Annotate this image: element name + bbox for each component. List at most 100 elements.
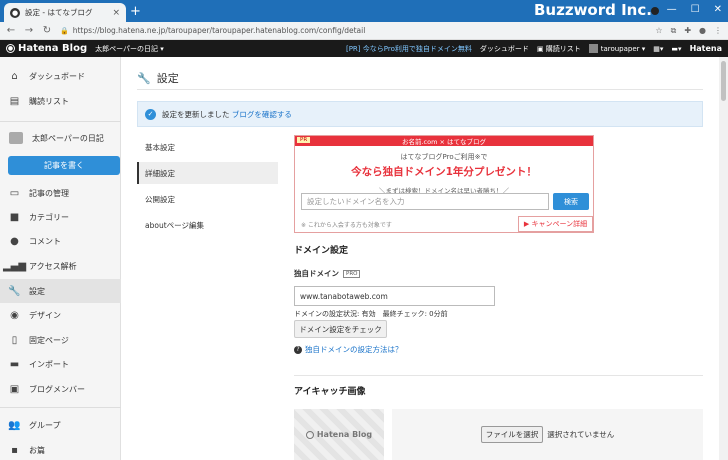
subnav-basic[interactable]: 基本設定	[137, 136, 278, 158]
sidebar-item-account[interactable]: ▪ お篇	[0, 438, 121, 460]
promo-search-form: 設定したいドメイン名を入力 検索	[301, 193, 589, 210]
blog-selector[interactable]: 太郎ペーパーの日記 ▾	[95, 44, 164, 54]
address-bar: ← → ↻ 🔒 https://blog.hatena.ne.jp/taroup…	[0, 22, 728, 40]
browser-titlebar: ● 設定 - はてなブログ × + Buzzword Inc. — ☐ ✕	[0, 0, 728, 22]
url-field[interactable]: 🔒 https://blog.hatena.ne.jp/taroupaper/t…	[60, 24, 647, 38]
maximize-button[interactable]: ☐	[691, 4, 700, 15]
minimize-button[interactable]: —	[667, 4, 677, 15]
sidebar-item-design[interactable]: ◉ デザイン	[0, 303, 121, 327]
sidebar-item-settings[interactable]: 🔧 設定	[0, 279, 121, 303]
promo-header-text: お名前.com × はてなブログ	[401, 138, 487, 146]
scrollbar-thumb[interactable]	[721, 61, 726, 101]
sidebar-item-label: グループ	[29, 420, 61, 430]
lock-icon: 🔒	[60, 26, 69, 35]
profile-icon[interactable]: ●	[699, 26, 706, 36]
avatar	[588, 44, 598, 53]
notice-text: 設定を更新しました ブログを確認する	[162, 109, 292, 120]
domain-search-button[interactable]: 検索	[553, 193, 589, 210]
notification-icon[interactable]: ▬▾	[671, 45, 681, 53]
brand-watermark: Buzzword Inc.	[534, 1, 652, 19]
thumb-logo-text: Hatena Blog	[316, 430, 373, 439]
sidebar-divider	[0, 121, 121, 122]
page-scrollbar[interactable]	[719, 57, 728, 460]
sidebar-item-label: アクセス解析	[29, 261, 77, 271]
subnav-about[interactable]: aboutページ編集	[137, 214, 278, 236]
hatena-blog-logo[interactable]: ● Hatena Blog	[6, 43, 87, 54]
sidebar-item-label: ブログメンバー	[29, 384, 85, 394]
user-name: taroupaper ▾	[600, 44, 646, 53]
subnav-publish[interactable]: 公開設定	[137, 188, 278, 210]
custom-domain-input[interactable]: www.tanabotaweb.com	[294, 286, 495, 306]
record-indicator-icon	[650, 7, 659, 15]
page-title-text: 設定	[156, 72, 179, 85]
dashboard-link[interactable]: ダッシュボード	[480, 44, 529, 54]
campaign-details-button[interactable]: ▶ キャンペーン詳細	[518, 216, 593, 232]
back-icon[interactable]: ←	[6, 25, 16, 36]
members-icon: ▣	[9, 383, 20, 395]
menu-dots-icon[interactable]: ⋮	[714, 26, 722, 36]
promo-header: PR お名前.com × はてなブログ	[295, 136, 593, 146]
window-controls: — ☐ ✕	[650, 4, 722, 15]
section-divider	[294, 375, 703, 376]
sidebar-item-label: 固定ページ	[29, 335, 69, 345]
puzzle-icon[interactable]: ✚	[684, 26, 691, 36]
new-tab-button[interactable]: +	[130, 4, 141, 19]
domain-promo-box: PR お名前.com × はてなブログ はてなブログProご利用※で 今なら独自…	[294, 135, 594, 233]
sidebar-item-analytics[interactable]: ▂▄▆ アクセス解析	[0, 254, 121, 278]
home-icon: ⌂	[11, 70, 18, 82]
extension-icon[interactable]: ⧉	[671, 26, 677, 36]
forward-icon[interactable]: →	[24, 25, 34, 36]
sidebar-item-articles[interactable]: ▭ 記事の管理	[0, 181, 121, 205]
hatena-link[interactable]: Hatena	[690, 44, 722, 53]
sidebar-item-label: 記事の管理	[29, 188, 69, 198]
hatena-logo-icon	[305, 430, 314, 439]
pr-tag: PR	[297, 137, 311, 143]
domain-search-input[interactable]: 設定したいドメイン名を入力	[301, 193, 549, 210]
sidebar-item-label: コメント	[29, 236, 61, 246]
tab-close-icon[interactable]: ×	[112, 8, 120, 18]
check-circle-icon: ✓	[145, 108, 156, 120]
document-icon: ▭	[9, 187, 20, 199]
sidebar-item-import[interactable]: ▬ インポート	[0, 352, 121, 376]
sidebar-item-dashboard[interactable]: ⌂ ダッシュボード	[0, 64, 121, 88]
sidebar-item-label: カテゴリー	[29, 212, 69, 222]
blog-thumbnail-icon	[9, 132, 23, 144]
star-icon[interactable]: ☆	[655, 26, 662, 36]
reload-icon[interactable]: ↻	[42, 25, 52, 36]
account-icon: ▪	[11, 444, 18, 456]
sidebar-item-label: デザイン	[29, 310, 61, 320]
hatena-logo-icon: ●	[6, 44, 15, 53]
promo-line-1: はてなブログProご利用※で	[400, 153, 488, 161]
browser-tab[interactable]: ● 設定 - はてなブログ ×	[4, 3, 126, 22]
apps-grid-icon[interactable]: ▦▾	[653, 45, 663, 53]
file-upload-area: ファイルを選択 選択されていません	[392, 409, 703, 460]
choose-file-button[interactable]: ファイルを選択	[480, 426, 544, 443]
sidebar-item-pages[interactable]: ▯ 固定ページ	[0, 328, 121, 352]
sidebar: ⌂ ダッシュボード ▤ 購読リスト 太郎ペーパーの日記 記事を書く ▭ 記事の管…	[0, 57, 121, 460]
pro-promo-link[interactable]: [PR] 今ならPro利用で独自ドメイン無料	[346, 44, 472, 54]
sidebar-item-reading-list[interactable]: ▤ 購読リスト	[0, 89, 121, 113]
sidebar-blog-name[interactable]: 太郎ペーパーの日記	[0, 126, 121, 150]
sidebar-item-comments[interactable]: ● コメント	[0, 229, 121, 253]
promo-headline: 今なら独自ドメイン1年分プレゼント！	[351, 166, 537, 178]
check-blog-link[interactable]: ブログを確認する	[232, 110, 292, 119]
domain-help-link[interactable]: ? 独自ドメインの設定方法は？	[294, 344, 403, 355]
pro-badge: PRO	[343, 269, 361, 278]
sidebar-item-label: 設定	[29, 286, 45, 296]
close-window-button[interactable]: ✕	[714, 4, 722, 15]
folder-icon: ■	[9, 211, 20, 223]
import-icon: ▬	[9, 358, 20, 370]
wrench-icon: 🔧	[8, 285, 21, 297]
eyecatch-thumbnail: Hatena Blog	[294, 409, 384, 460]
write-article-button[interactable]: 記事を書く	[8, 156, 120, 175]
custom-domain-label: 独自ドメイン PRO	[294, 268, 361, 279]
sidebar-item-categories[interactable]: ■ カテゴリー	[0, 205, 121, 229]
sidebar-item-group[interactable]: 👥 グループ	[0, 413, 121, 437]
subnav-detail[interactable]: 詳細設定	[137, 162, 278, 184]
hatena-favicon-icon: ●	[10, 7, 20, 18]
check-domain-button[interactable]: ドメイン設定をチェック	[294, 320, 387, 338]
sidebar-item-label: インポート	[29, 359, 69, 369]
reading-list-link[interactable]: ▣ 購読リスト	[537, 44, 581, 54]
sidebar-item-members[interactable]: ▣ ブログメンバー	[0, 377, 121, 401]
user-menu[interactable]: taroupaper ▾	[588, 44, 646, 53]
